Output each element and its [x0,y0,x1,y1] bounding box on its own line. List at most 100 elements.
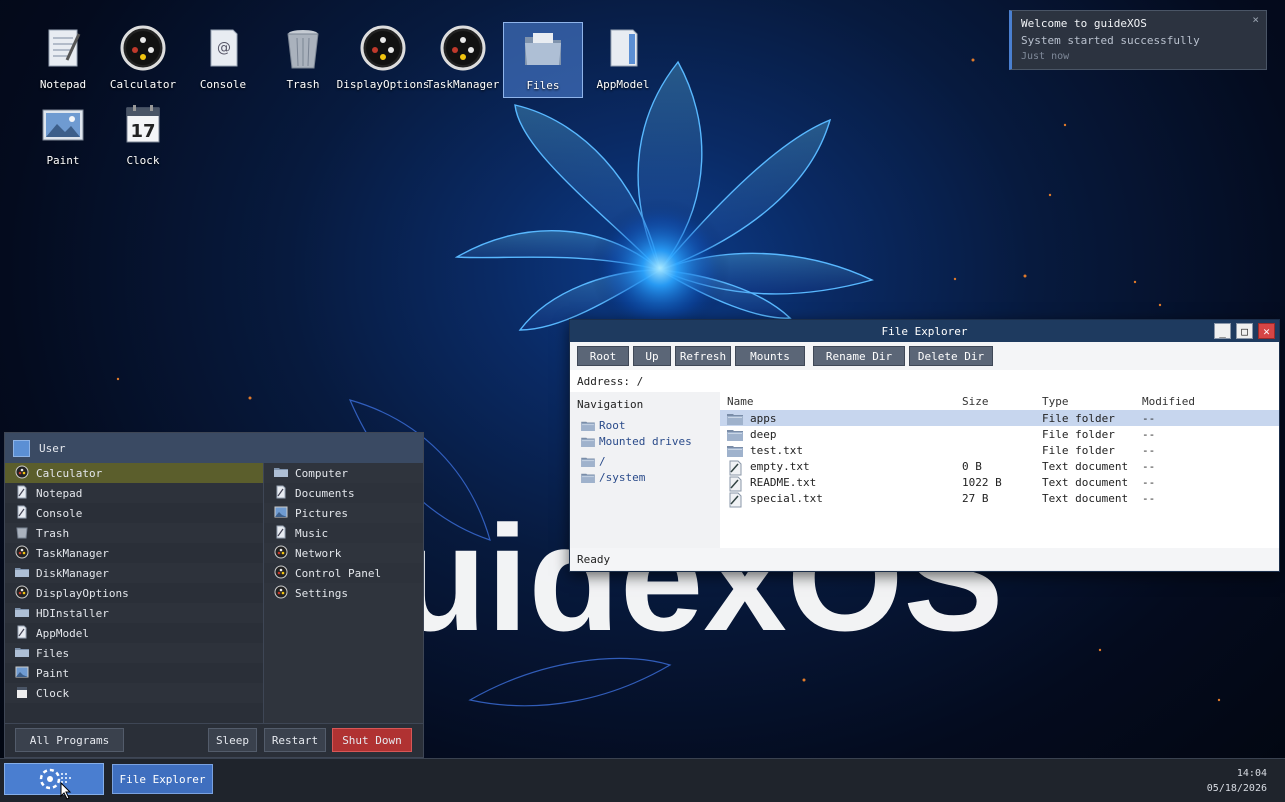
nav-item-root[interactable]: Root [577,417,713,433]
program-item-clock[interactable]: Clock [5,683,263,703]
mounts-button[interactable]: Mounts [735,346,805,366]
file-name: test.txt [750,443,803,457]
cell-name: empty.txt [720,460,962,475]
cell-name: apps [720,412,962,425]
nav-item-label: Root [599,418,626,432]
system-clock[interactable]: 14:04 05/18/2026 [1207,766,1267,796]
file-name: README.txt [750,475,817,489]
paint-icon [39,100,87,148]
column-modified[interactable]: Modified [1142,395,1262,408]
welcome-notification[interactable]: Welcome to guideXOS System started succe… [1009,10,1267,70]
cell-modified: -- [1142,475,1156,489]
shutdown-button[interactable]: Shut Down [332,728,412,752]
table-row[interactable]: deep File folder -- [720,426,1279,442]
program-item-notepad[interactable]: Notepad [5,483,263,503]
mouse-cursor-icon [60,782,72,800]
paint-icon [15,665,36,682]
table-row[interactable]: test.txt File folder -- [720,442,1279,458]
cell-type: Text document [1042,475,1129,489]
place-item-label: Settings [295,586,348,600]
desktop-icon-paint[interactable]: Paint [23,98,103,174]
cell-type: Text document [1042,491,1129,505]
program-item-files[interactable]: Files [5,643,263,663]
close-button[interactable]: ✕ [1258,323,1275,339]
place-item-control-panel[interactable]: Control Panel [264,563,423,583]
desktop-icon-console[interactable]: @ Console [183,22,263,98]
address-bar[interactable]: Address: / [570,370,1279,392]
program-item-taskmanager[interactable]: TaskManager [5,543,263,563]
table-row[interactable]: apps File folder -- [720,410,1279,426]
table-row[interactable]: empty.txt 0 B Text document -- [720,458,1279,475]
clock-icon-day: 17 [130,121,155,142]
delete-dir-button[interactable]: Delete Dir [909,346,993,366]
cell-name: README.txt [720,475,962,491]
program-item-label: DiskManager [36,566,109,580]
program-item-label: HDInstaller [36,606,109,620]
folder-icon [581,472,595,483]
rename-dir-button[interactable]: Rename Dir [813,346,905,366]
place-item-documents[interactable]: Documents [264,483,423,503]
desktop-icon-notepad[interactable]: Notepad [23,22,103,98]
column-name[interactable]: Name [720,395,962,408]
user-avatar[interactable] [13,439,30,457]
desktop-icon-label: TaskManager [426,78,500,91]
nav-item-slash[interactable]: / [577,453,713,469]
desktop-icon-displayoptions[interactable]: DisplayOptions [337,22,429,98]
sleep-button[interactable]: Sleep [208,728,257,752]
cell-modified: -- [1142,411,1156,425]
program-item-appmodel[interactable]: AppModel [5,623,263,643]
documents-icon [274,485,295,502]
notepad-icon [39,24,87,72]
place-item-computer[interactable]: Computer [264,463,423,483]
root-button[interactable]: Root [577,346,629,366]
taskbar-file-explorer[interactable]: File Explorer [112,764,213,794]
table-row[interactable]: special.txt 27 B Text document -- [720,490,1279,507]
place-item-settings[interactable]: Settings [264,583,423,603]
explorer-toolbar: Root Up Refresh Mounts Rename Dir Delete… [570,342,1279,370]
program-item-trash[interactable]: Trash [5,523,263,543]
program-item-console[interactable]: Console [5,503,263,523]
desktop-icon-files[interactable]: Files [503,22,583,98]
refresh-button[interactable]: Refresh [675,346,731,366]
place-item-music[interactable]: Music [264,523,423,543]
place-item-label: Control Panel [295,566,382,580]
column-type[interactable]: Type [1042,395,1142,408]
file-explorer-window: File Explorer _ □ ✕ Root Up Refresh Moun… [569,319,1280,572]
program-item-calculator[interactable]: Calculator [5,463,263,483]
restart-button[interactable]: Restart [264,728,326,752]
desktop-icon-trash[interactable]: Trash [263,22,343,98]
table-row[interactable]: README.txt 1022 B Text document -- [720,474,1279,491]
start-button[interactable] [4,763,104,795]
nav-item-mounted-drives[interactable]: Mounted drives [577,433,713,449]
up-button[interactable]: Up [633,346,671,366]
nav-item-system[interactable]: /system [577,469,713,485]
console-icon [15,505,36,522]
desktop-icon-taskmanager[interactable]: TaskManager [423,22,503,98]
cell-name: deep [720,428,962,441]
navigation-pane: Navigation Root Mounted drives / /system [570,392,720,548]
nav-item-label: / [599,454,606,468]
maximize-button[interactable]: □ [1236,323,1253,339]
clock-icon [15,685,36,702]
notepad-icon [15,485,36,502]
program-item-diskmanager[interactable]: DiskManager [5,563,263,583]
window-titlebar[interactable]: File Explorer _ □ ✕ [570,320,1279,342]
minimize-button[interactable]: _ [1214,323,1231,339]
place-item-network[interactable]: Network [264,543,423,563]
all-programs-button[interactable]: All Programs [15,728,124,752]
program-item-displayoptions[interactable]: DisplayOptions [5,583,263,603]
desktop-icon-label: Clock [126,154,160,167]
cell-type: File folder [1042,427,1115,441]
folder-icon [581,436,595,447]
computer-icon [274,465,295,482]
program-item-paint[interactable]: Paint [5,663,263,683]
folder-icon [581,456,595,467]
desktop-icon-calculator[interactable]: Calculator [103,22,183,98]
desktop-icon-appmodel[interactable]: AppModel [583,22,663,98]
desktop-icon-clock[interactable]: 17 Clock [103,98,183,174]
program-item-hdinstaller[interactable]: HDInstaller [5,603,263,623]
program-item-label: AppModel [36,626,89,640]
notification-close-icon[interactable]: × [1252,13,1259,26]
place-item-pictures[interactable]: Pictures [264,503,423,523]
column-size[interactable]: Size [962,395,1042,408]
